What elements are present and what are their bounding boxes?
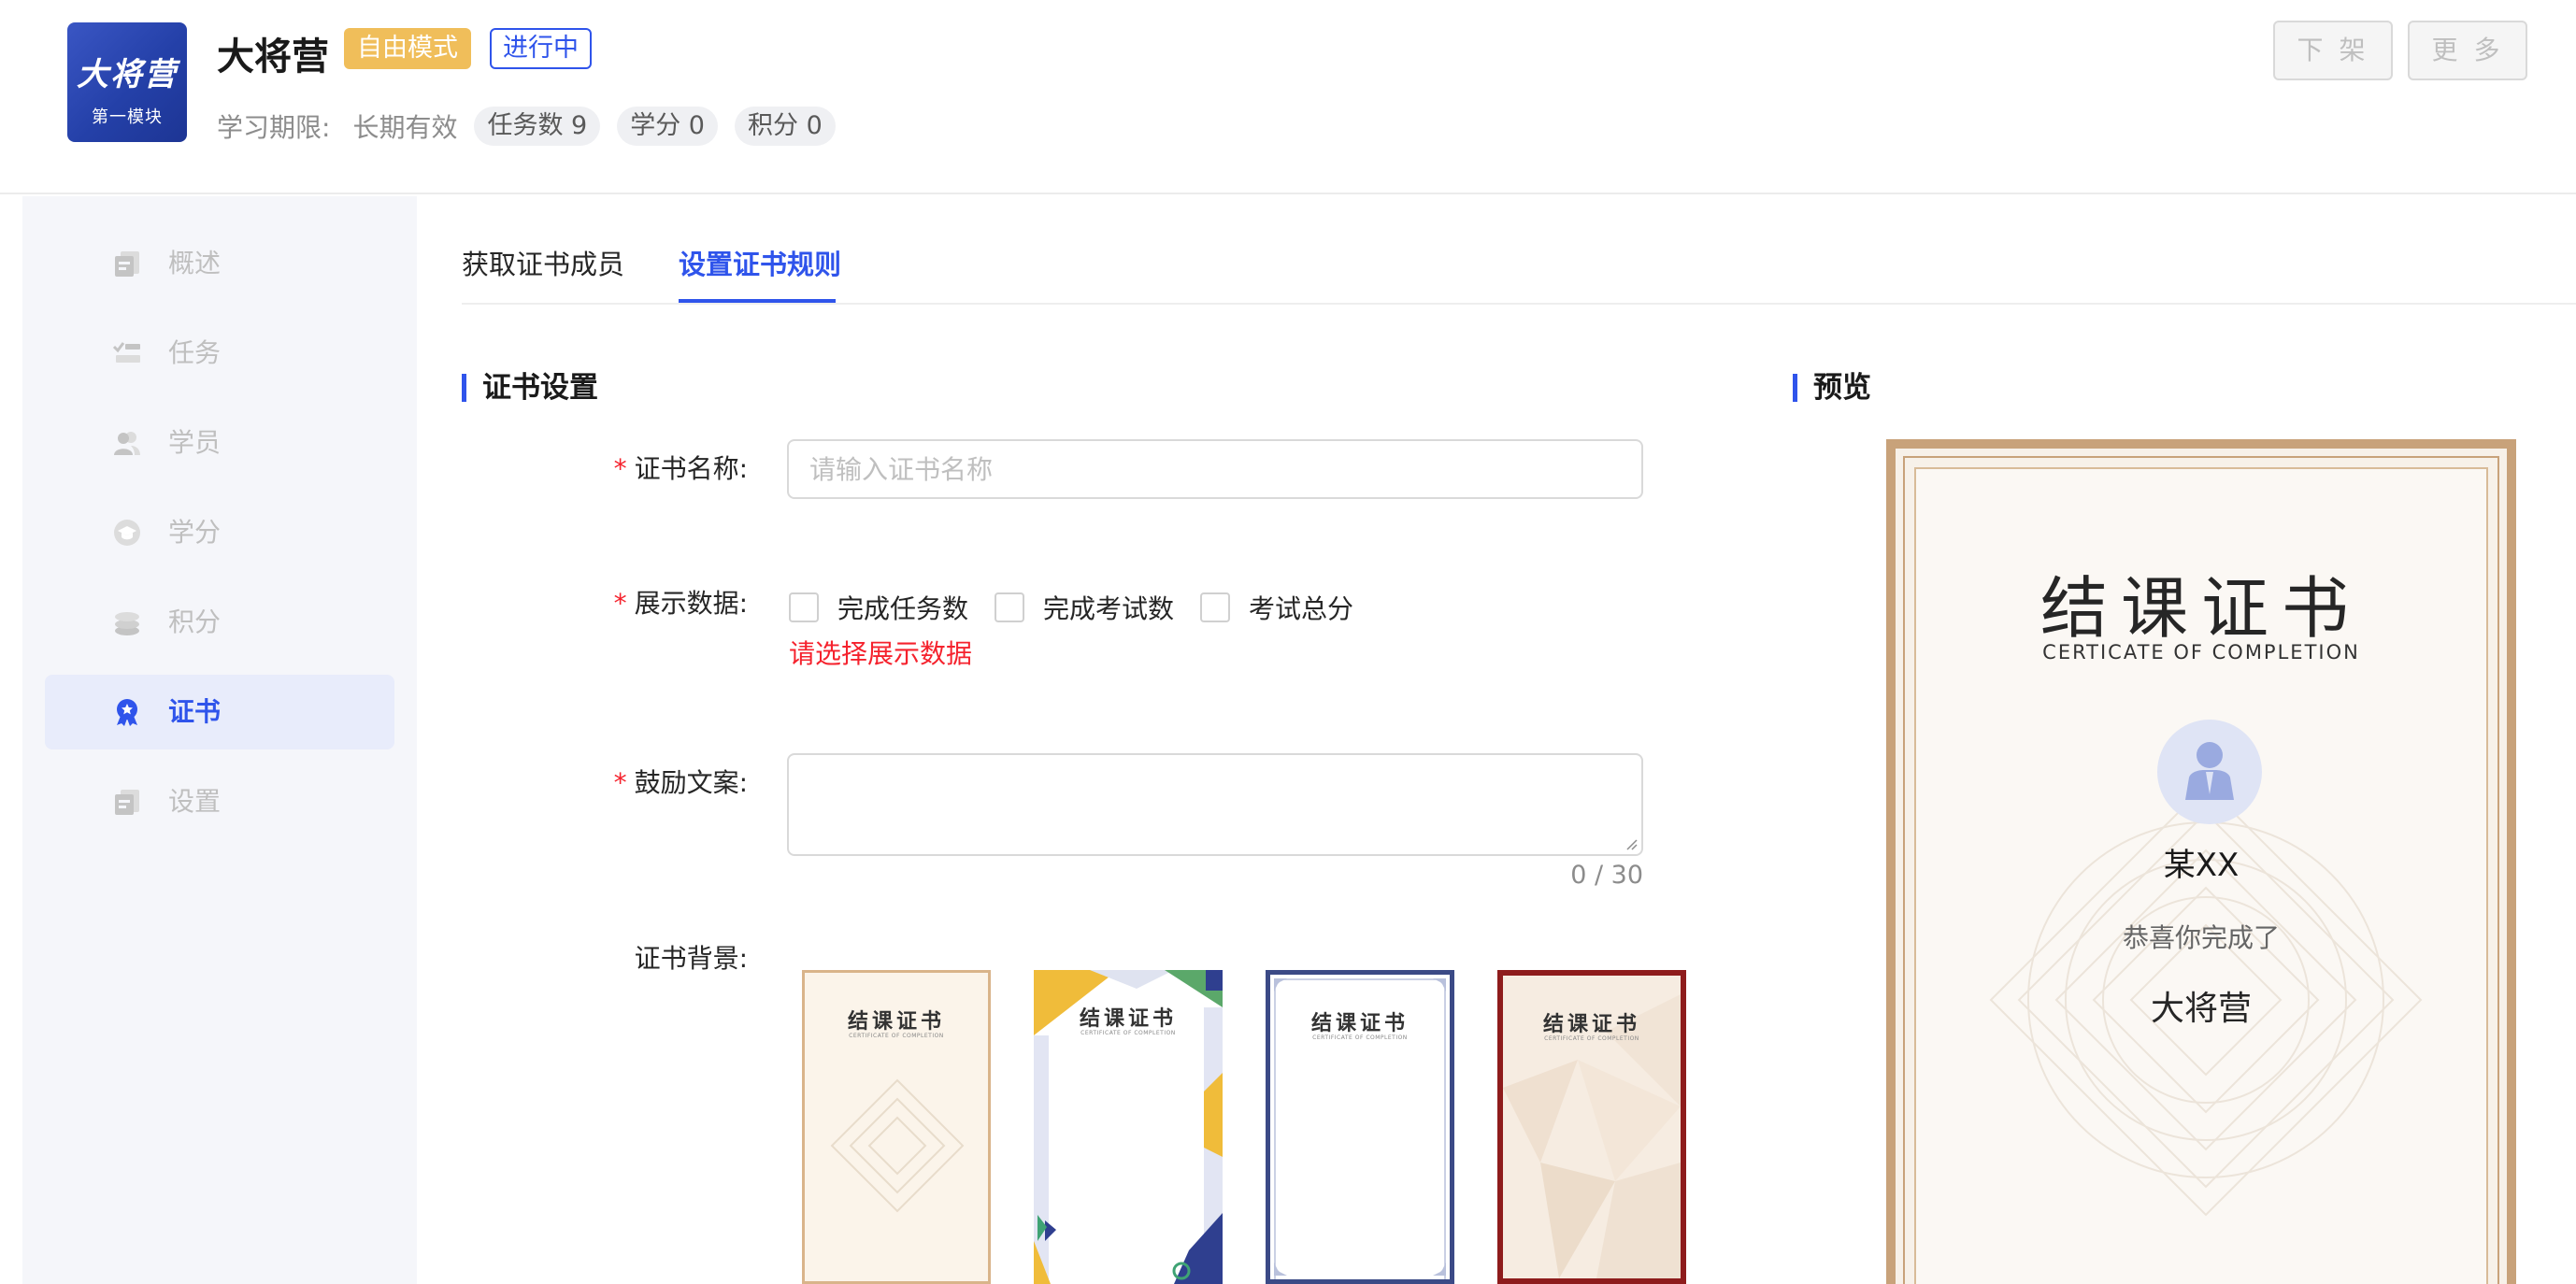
sidebar-item-certificate[interactable]: 证书 (45, 675, 394, 749)
status-tag: 进行中 (490, 28, 592, 69)
encouragement-label: * 鼓励文案: (613, 767, 748, 798)
course-name: 大将营 (2150, 990, 2252, 1028)
thumb-title: 结课证书 (1079, 1007, 1177, 1031)
certificate-settings-heading: 证书设置 (462, 370, 598, 406)
required-mark: * (613, 767, 627, 798)
tab-bar: 获取证书成员 设置证书规则 (462, 196, 2576, 305)
sidebar: 概述 任务 学员 学分 积分 证书 设置 (22, 196, 417, 1284)
sidebar-item-label: 任务 (168, 337, 222, 368)
sidebar-item-label: 证书 (168, 696, 222, 727)
course-meta: 学习期限: 长期有效 任务数 9 学分 0 积分 0 (217, 107, 836, 146)
encouragement-textarea[interactable] (787, 753, 1643, 856)
settings-icon (115, 790, 139, 815)
thumb-title: 结课证书 (1542, 1013, 1640, 1036)
checkbox-box[interactable] (995, 592, 1024, 622)
guilloche-pattern-icon (830, 1078, 965, 1213)
required-mark: * (613, 588, 627, 619)
background-label: 证书背景: (634, 943, 748, 974)
certificate-subtitle: CERTICATE OF COMPLETION (2042, 641, 2360, 663)
checkbox-completed-exams[interactable]: 完成考试数 (995, 589, 1174, 626)
sidebar-item-label: 设置 (168, 786, 222, 817)
certificate-name-label: * 证书名称: (613, 453, 748, 484)
points-pill: 积分 0 (734, 107, 836, 146)
background-option-navy[interactable]: 结课证书 CERTIFICATE OF COMPLETION (1266, 970, 1454, 1284)
person-icon (2185, 742, 2234, 800)
display-data-error: 请选择展示数据 (789, 638, 973, 669)
certificate-title: 结课证书 (2039, 569, 2362, 648)
certificate-preview: 结课证书 CERTICATE OF COMPLETION 某XX 恭喜你完成了 … (1886, 439, 2516, 1284)
logo-title: 大将营 (77, 56, 178, 93)
credit-pill: 学分 0 (617, 107, 718, 146)
sidebar-item-label: 学员 (168, 427, 222, 458)
checkbox-box[interactable] (789, 592, 819, 622)
thumb-subtitle: CERTIFICATE OF COMPLETION (1544, 1035, 1639, 1042)
thumb-subtitle: CERTIFICATE OF COMPLETION (849, 1033, 944, 1039)
sidebar-item-task[interactable]: 任务 (45, 316, 394, 391)
thumb-title: 结课证书 (847, 1010, 945, 1034)
course-title: 大将营 (217, 36, 329, 78)
tab-certificate-members[interactable]: 获取证书成员 (462, 243, 624, 282)
character-counter: 0 / 30 (1570, 861, 1643, 890)
course-logo: 大将营 第一模块 (67, 22, 187, 142)
thumb-subtitle: CERTIFICATE OF COMPLETION (1312, 1034, 1408, 1041)
checkbox-label: 完成任务数 (837, 593, 969, 624)
task-count-pill: 任务数 9 (474, 107, 601, 146)
points-icon (115, 612, 139, 635)
background-option-gold[interactable]: 结课证书 CERTIFICATE OF COMPLETION (802, 970, 991, 1284)
sidebar-item-settings[interactable]: 设置 (45, 764, 394, 839)
credit-icon (114, 520, 140, 546)
recipient-name: 某XX (2163, 847, 2240, 884)
period-value: 长期有效 (352, 112, 458, 143)
background-option-geometric[interactable]: 结课证书 CERTIFICATE OF COMPLETION (1034, 970, 1223, 1284)
tab-certificate-rules[interactable]: 设置证书规则 (679, 243, 841, 282)
congrats-text: 恭喜你完成了 (2122, 922, 2280, 953)
mode-tag: 自由模式 (344, 28, 471, 69)
logo-subtitle: 第一模块 (92, 107, 163, 127)
sidebar-item-label: 学分 (168, 517, 222, 548)
checkbox-exam-total-score[interactable]: 考试总分 (1200, 589, 1353, 626)
certificate-name-input[interactable] (787, 439, 1643, 499)
background-option-red[interactable]: 结课证书 CERTIFICATE OF COMPLETION (1497, 970, 1686, 1284)
checkbox-label: 考试总分 (1249, 593, 1354, 624)
offline-button[interactable]: 下 架 (2273, 21, 2393, 80)
sidebar-item-students[interactable]: 学员 (45, 406, 394, 480)
preview-heading: 预览 (1793, 370, 1871, 406)
sidebar-item-label: 积分 (168, 606, 222, 637)
period-label: 学习期限: (217, 112, 331, 143)
thumb-title: 结课证书 (1310, 1012, 1409, 1035)
page-header: 大将营 第一模块 大将营 自由模式 进行中 学习期限: 长期有效 任务数 9 学… (0, 0, 2576, 194)
checkbox-label: 完成考试数 (1043, 593, 1175, 624)
sidebar-item-overview[interactable]: 概述 (45, 226, 394, 301)
checkbox-box[interactable] (1200, 592, 1230, 622)
sidebar-item-label: 概述 (168, 248, 222, 278)
sidebar-item-points[interactable]: 积分 (45, 585, 394, 660)
checkbox-completed-tasks[interactable]: 完成任务数 (789, 589, 968, 626)
more-button[interactable]: 更 多 (2408, 21, 2527, 80)
avatar (2157, 720, 2262, 824)
certificate-icon (117, 699, 137, 726)
active-tab-indicator (679, 299, 836, 303)
thumb-subtitle: CERTIFICATE OF COMPLETION (1080, 1030, 1176, 1036)
students-icon (114, 432, 140, 455)
overview-icon (115, 251, 139, 277)
required-mark: * (613, 453, 627, 484)
task-icon (112, 342, 140, 363)
display-data-label: * 展示数据: (613, 588, 748, 619)
sidebar-item-credit[interactable]: 学分 (45, 495, 394, 570)
resize-handle-icon[interactable] (1624, 837, 1638, 850)
